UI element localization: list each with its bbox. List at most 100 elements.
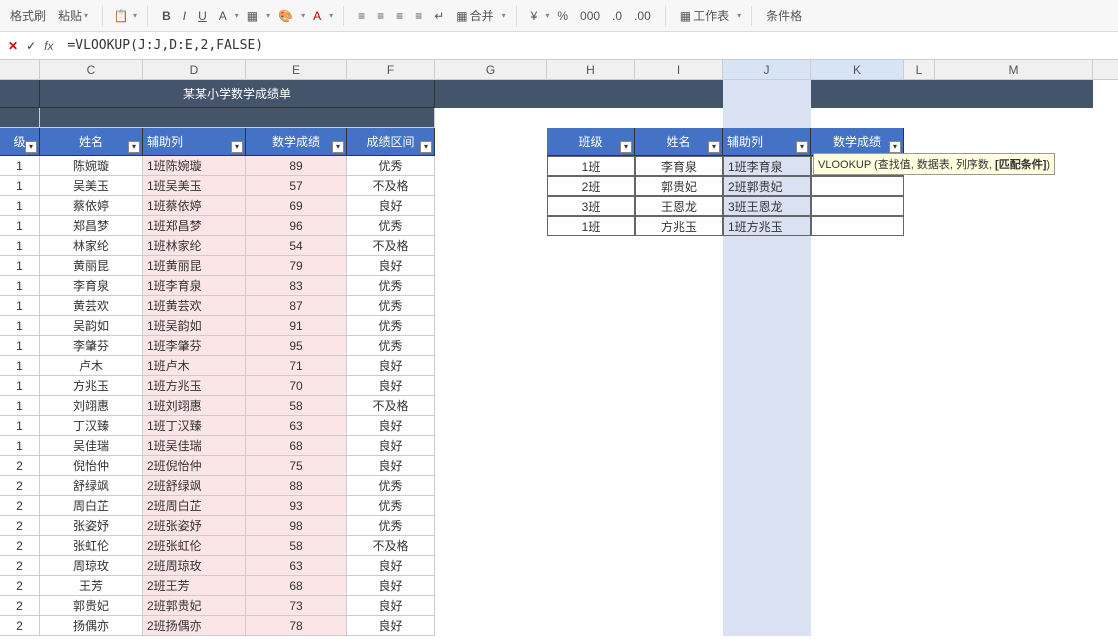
cell[interactable] (723, 556, 811, 576)
col-header-f[interactable]: F (347, 60, 435, 79)
cell[interactable]: 1 (0, 216, 40, 236)
cell[interactable]: 郭贵妃 (40, 596, 143, 616)
header-range[interactable]: 成绩区间 (347, 128, 435, 156)
cell[interactable] (811, 596, 904, 616)
cell[interactable]: 2 (0, 596, 40, 616)
cell[interactable]: 不及格 (347, 176, 435, 196)
cell[interactable]: 优秀 (347, 156, 435, 176)
cell[interactable]: 卢木 (40, 356, 143, 376)
cell[interactable] (723, 296, 811, 316)
cell[interactable] (811, 456, 904, 476)
cell[interactable]: 63 (246, 416, 347, 436)
cell[interactable]: 2 (0, 496, 40, 516)
cell[interactable] (904, 256, 935, 276)
cell[interactable]: 70 (246, 376, 347, 396)
cell[interactable] (547, 236, 635, 256)
cell[interactable] (547, 556, 635, 576)
cell[interactable]: 1班吴美玉 (143, 176, 246, 196)
cell[interactable] (935, 176, 1093, 196)
cell[interactable] (904, 196, 935, 216)
cell[interactable] (811, 616, 904, 636)
cell[interactable] (435, 616, 547, 636)
cell[interactable] (435, 536, 547, 556)
cell[interactable]: 良好 (347, 196, 435, 216)
cell[interactable] (811, 236, 904, 256)
fill-color-button[interactable]: 🎨 (274, 7, 297, 25)
cell[interactable] (935, 576, 1093, 596)
cell[interactable] (547, 616, 635, 636)
filter-dropdown-icon[interactable] (25, 141, 37, 153)
italic-button[interactable]: I (179, 7, 190, 25)
cell[interactable] (935, 296, 1093, 316)
cell[interactable] (723, 516, 811, 536)
cell[interactable]: 张姿妤 (40, 516, 143, 536)
cell[interactable]: 郑昌梦 (40, 216, 143, 236)
cell[interactable]: 1班 (547, 216, 635, 236)
underline-button[interactable]: U (194, 7, 211, 25)
col-header-d[interactable]: D (143, 60, 246, 79)
cell[interactable] (904, 356, 935, 376)
cell[interactable] (635, 476, 723, 496)
cell[interactable] (811, 216, 904, 236)
cell[interactable]: 98 (246, 516, 347, 536)
col-header-l[interactable]: L (904, 60, 935, 79)
cell[interactable] (435, 476, 547, 496)
cell[interactable]: 75 (246, 456, 347, 476)
cell[interactable] (935, 216, 1093, 236)
cell[interactable] (935, 456, 1093, 476)
percent-button[interactable]: % (553, 7, 572, 25)
cell[interactable] (723, 276, 811, 296)
comma-button[interactable]: 000 (576, 7, 604, 25)
cell[interactable] (904, 596, 935, 616)
cell[interactable]: 1班方兆玉 (723, 216, 811, 236)
col-header-j[interactable]: J (723, 60, 811, 79)
cell[interactable]: 不及格 (347, 536, 435, 556)
col-header-h[interactable]: H (547, 60, 635, 79)
cell[interactable] (635, 536, 723, 556)
cell[interactable]: 88 (246, 476, 347, 496)
cell[interactable] (723, 576, 811, 596)
cell[interactable] (811, 496, 904, 516)
cell[interactable] (435, 176, 547, 196)
cell[interactable]: 1班卢木 (143, 356, 246, 376)
cell[interactable]: 1班李育泉 (143, 276, 246, 296)
cell[interactable] (635, 616, 723, 636)
cell[interactable] (904, 556, 935, 576)
cell[interactable] (547, 296, 635, 316)
cell[interactable] (635, 556, 723, 576)
cell[interactable]: 2班张虹伦 (143, 536, 246, 556)
cell[interactable]: 63 (246, 556, 347, 576)
formula-cancel-button[interactable]: ✕ (8, 39, 18, 53)
cell[interactable]: 1班黄丽昆 (143, 256, 246, 276)
cell[interactable]: 1 (0, 156, 40, 176)
cell[interactable] (904, 276, 935, 296)
cell[interactable] (723, 416, 811, 436)
align-right-button[interactable]: ≡ (392, 7, 407, 25)
cell[interactable] (935, 536, 1093, 556)
cell[interactable]: 1班方兆玉 (143, 376, 246, 396)
cell[interactable] (547, 316, 635, 336)
cell[interactable]: 73 (246, 596, 347, 616)
cell[interactable] (547, 516, 635, 536)
cell[interactable] (935, 596, 1093, 616)
cell[interactable]: 良好 (347, 456, 435, 476)
cell[interactable] (547, 396, 635, 416)
cell[interactable] (935, 336, 1093, 356)
cell[interactable]: 1班蔡依婷 (143, 196, 246, 216)
cell[interactable]: 1 (0, 196, 40, 216)
cell[interactable]: 83 (246, 276, 347, 296)
filter-dropdown-icon[interactable] (889, 141, 901, 153)
header-helper[interactable]: 辅助列 (143, 128, 246, 156)
wrap-button[interactable]: ↵ (430, 7, 448, 25)
cell[interactable] (547, 276, 635, 296)
cell[interactable] (935, 316, 1093, 336)
cell[interactable] (935, 556, 1093, 576)
cell[interactable]: 良好 (347, 556, 435, 576)
cell[interactable]: 1班刘翊惠 (143, 396, 246, 416)
cell[interactable]: 方兆玉 (635, 216, 723, 236)
cell[interactable]: 优秀 (347, 216, 435, 236)
align-left-button[interactable]: ≡ (354, 7, 369, 25)
cell[interactable]: 吴美玉 (40, 176, 143, 196)
cell[interactable]: 69 (246, 196, 347, 216)
cell[interactable] (811, 476, 904, 496)
